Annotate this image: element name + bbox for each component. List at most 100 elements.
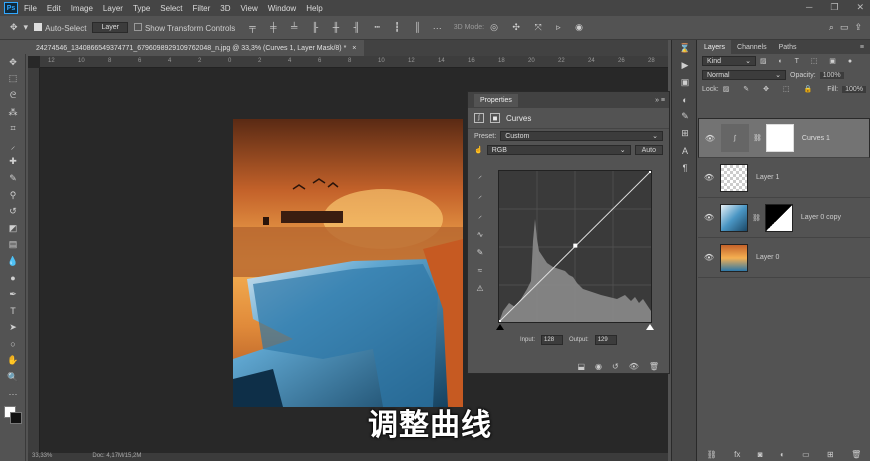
eraser-tool-icon[interactable]: ◩ bbox=[0, 220, 26, 237]
menu-3d[interactable]: 3D bbox=[220, 4, 230, 13]
healing-brush-tool-icon[interactable]: ✚ bbox=[0, 154, 26, 171]
preset-dropdown[interactable]: Custom ⌄ bbox=[500, 131, 663, 141]
eyedropper-tool-icon[interactable]: ⸝ bbox=[0, 137, 26, 154]
link-layers-icon[interactable]: ⛓ bbox=[707, 450, 717, 459]
visibility-eye-icon[interactable]: 👁 bbox=[702, 213, 716, 222]
clip-to-layer-icon[interactable]: ⬓ bbox=[577, 362, 585, 371]
properties-icon[interactable]: ▣ bbox=[672, 74, 698, 91]
transform-controls-checkbox[interactable]: Show Transform Controls bbox=[133, 22, 235, 33]
blur-tool-icon[interactable]: 💧 bbox=[0, 253, 26, 270]
white-point-eyedropper-icon[interactable]: ⸝ bbox=[478, 210, 482, 221]
output-field[interactable]: 129 bbox=[594, 335, 617, 345]
move-tool-icon[interactable]: ✥ bbox=[0, 54, 26, 71]
menu-layer[interactable]: Layer bbox=[103, 4, 123, 13]
more-tools-icon[interactable]: ··· bbox=[0, 386, 26, 403]
curve-control-point[interactable] bbox=[649, 169, 653, 173]
target-adjust-icon[interactable]: ☝ bbox=[474, 146, 483, 154]
clone-stamp-tool-icon[interactable]: ⚲ bbox=[0, 187, 26, 204]
restore-icon[interactable]: ❐ bbox=[830, 2, 838, 13]
panel-menu-icon[interactable]: » ≡ bbox=[655, 97, 665, 104]
channel-dropdown[interactable]: RGB ⌄ bbox=[486, 145, 631, 155]
move-tool-icon[interactable]: ✥ bbox=[10, 22, 18, 33]
search-icon[interactable]: ⌕ bbox=[829, 22, 834, 33]
filter-icons[interactable]: ▨ ◐ T ⬚ ▣ ● bbox=[760, 57, 857, 65]
path-select-tool-icon[interactable]: ➤ bbox=[0, 320, 26, 337]
adjustments-icon[interactable]: ◐ bbox=[672, 91, 698, 108]
black-slider[interactable] bbox=[496, 324, 504, 330]
curves-adjustment-icon[interactable]: ∫ bbox=[474, 113, 484, 123]
align-icons[interactable]: ╤ ╪ ╧ ╟ ╫ ╢ ┅ ┇ ║ bbox=[249, 22, 426, 33]
crop-tool-icon[interactable]: ⌗ bbox=[0, 120, 26, 137]
auto-select-checkbox[interactable]: Auto-Select bbox=[34, 22, 86, 33]
properties-tab[interactable]: Properties bbox=[474, 93, 518, 107]
color-swatches-icon[interactable] bbox=[0, 402, 26, 432]
marquee-tool-icon[interactable]: ⬚ bbox=[0, 71, 26, 88]
menu-select[interactable]: Select bbox=[160, 4, 182, 13]
new-adjustment-icon[interactable]: ◐ bbox=[780, 450, 785, 459]
blend-mode-dropdown[interactable]: Normal ⌄ bbox=[702, 70, 786, 80]
opacity-field[interactable]: 100% bbox=[819, 71, 844, 79]
new-layer-icon[interactable]: ⊞ bbox=[827, 450, 834, 459]
curve-control-point[interactable] bbox=[573, 243, 578, 248]
menu-type[interactable]: Type bbox=[133, 4, 150, 13]
add-mask-icon[interactable]: ◙ bbox=[758, 450, 763, 459]
minimize-icon[interactable]: ─ bbox=[806, 2, 812, 13]
layer-mask-thumbnail[interactable] bbox=[764, 203, 793, 232]
layer-row-layer-0[interactable]: 👁 Layer 0 bbox=[698, 238, 870, 278]
kind-filter-dropdown[interactable]: Kind ⌄ bbox=[702, 56, 756, 66]
tab-paths[interactable]: Paths bbox=[773, 44, 803, 51]
layer-row-curves-1[interactable]: 👁 ∫ ⛓ Curves 1 bbox=[698, 118, 870, 158]
ellipse-tool-icon[interactable]: ○ bbox=[0, 336, 26, 353]
layer-row-layer-0-copy[interactable]: 👁 ⛓ Layer 0 copy bbox=[698, 198, 870, 238]
document-image[interactable] bbox=[233, 119, 463, 407]
close-icon[interactable]: ✕ bbox=[856, 2, 864, 13]
sliders-icon[interactable]: ⊞ bbox=[672, 125, 698, 142]
visibility-eye-icon[interactable]: 👁 bbox=[703, 134, 717, 143]
clipping-warning-icon[interactable]: ⚠ bbox=[476, 284, 483, 293]
close-tab-icon[interactable]: × bbox=[352, 45, 356, 52]
tab-channels[interactable]: Channels bbox=[731, 44, 773, 51]
auto-button[interactable]: Auto bbox=[634, 145, 663, 155]
3d-tools-icons[interactable]: ◎ ✣ ⤧ ▹ ◉ bbox=[490, 22, 589, 33]
actions-play-icon[interactable]: ▶ bbox=[672, 57, 698, 74]
black-point-eyedropper-icon[interactable]: ⸝ bbox=[478, 170, 482, 181]
curve-edit-points-icon[interactable]: ∿ bbox=[477, 230, 484, 239]
panel-menu-icon[interactable]: ≡ bbox=[854, 44, 870, 51]
brush-tool-icon[interactable]: ✎ bbox=[0, 170, 26, 187]
smooth-curve-icon[interactable]: ≈ bbox=[478, 266, 482, 275]
share-icon[interactable]: ⇪ bbox=[854, 22, 862, 33]
input-field[interactable]: 128 bbox=[541, 335, 564, 345]
layer-mask-icon[interactable]: ◼ bbox=[490, 113, 500, 123]
history-brush-tool-icon[interactable]: ↺ bbox=[0, 203, 26, 220]
quick-select-tool-icon[interactable]: ⁂ bbox=[0, 104, 26, 121]
gray-point-eyedropper-icon[interactable]: ⸝ bbox=[478, 190, 482, 201]
zoom-tool-icon[interactable]: 🔍 bbox=[0, 369, 26, 386]
chevron-down-icon[interactable]: ▾ bbox=[24, 22, 29, 33]
visibility-eye-icon[interactable]: 👁 bbox=[702, 253, 716, 262]
menu-view[interactable]: View bbox=[241, 4, 258, 13]
gradient-tool-icon[interactable]: ▤ bbox=[0, 237, 26, 254]
curves-graph[interactable] bbox=[497, 169, 653, 324]
auto-select-target-dropdown[interactable]: Layer bbox=[92, 22, 128, 33]
pencil-draw-icon[interactable]: ✎ bbox=[477, 248, 484, 257]
hand-tool-icon[interactable]: ✋ bbox=[0, 353, 26, 370]
menu-window[interactable]: Window bbox=[268, 4, 296, 13]
dodge-tool-icon[interactable]: ● bbox=[0, 270, 26, 287]
brush-settings-icon[interactable]: ✎ bbox=[672, 108, 698, 125]
fx-icon[interactable]: fx bbox=[734, 450, 740, 459]
curve-control-point[interactable] bbox=[497, 320, 501, 324]
lasso-tool-icon[interactable]: ᘓ bbox=[0, 87, 26, 104]
reset-icon[interactable]: ↺ bbox=[612, 362, 619, 371]
layer-mask-thumbnail[interactable] bbox=[765, 124, 794, 152]
menu-file[interactable]: File bbox=[24, 4, 37, 13]
character-icon[interactable]: A bbox=[672, 142, 698, 159]
menu-image[interactable]: Image bbox=[71, 4, 93, 13]
white-slider[interactable] bbox=[646, 324, 654, 330]
trash-icon[interactable]: 🗑 bbox=[649, 362, 659, 371]
paragraph-icon[interactable]: ¶ bbox=[672, 159, 698, 176]
layer-row-layer-1[interactable]: 👁 Layer 1 bbox=[698, 158, 870, 198]
fill-field[interactable]: 100% bbox=[842, 85, 866, 93]
new-group-icon[interactable]: ▭ bbox=[802, 450, 810, 459]
more-icon[interactable]: ··· bbox=[433, 23, 442, 33]
pen-tool-icon[interactable]: ✒ bbox=[0, 286, 26, 303]
